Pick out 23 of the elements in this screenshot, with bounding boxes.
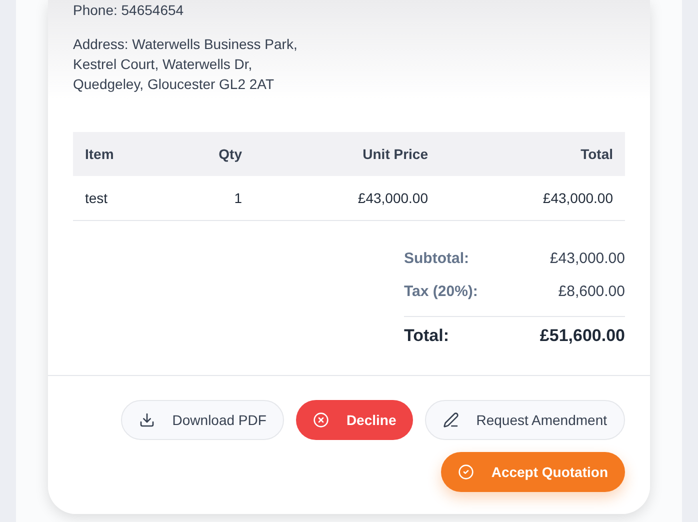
total-label: Total: (404, 326, 450, 346)
summary-label: Tax (20%): (404, 282, 478, 302)
download-icon (139, 412, 156, 428)
pen-icon (443, 412, 460, 428)
summary-label: Subtotal: (404, 248, 469, 268)
action-button[interactable]: Download PDF (121, 400, 284, 440)
table-cell-text: 1 (233, 189, 243, 208)
check-circle-icon (458, 464, 474, 480)
action-button[interactable]: Request Amendment (425, 400, 625, 440)
summary-value: £8,600.00 (558, 282, 625, 302)
column-header: Total (580, 145, 614, 164)
cancel-icon (313, 412, 330, 428)
column-header: Unit Price (362, 145, 429, 164)
address-text: Address: Waterwells Business Park, Kestrel Court, Waterwells Dr, Quedgeley, Gloucester GL2 2AT (73, 35, 298, 94)
column-header: Item (84, 145, 115, 164)
phone-text: Phone: 54654654 (73, 1, 185, 20)
total-value: £51,600.00 (540, 326, 625, 346)
table-cell-text: test (84, 189, 109, 208)
summary-value: £43,000.00 (550, 248, 625, 268)
decline-button[interactable]: Decline (296, 400, 414, 440)
column-header: Qty (218, 145, 243, 164)
table-cell-text: £43,000.00 (356, 189, 429, 208)
table-cell-text: £43,000.00 (542, 189, 614, 208)
